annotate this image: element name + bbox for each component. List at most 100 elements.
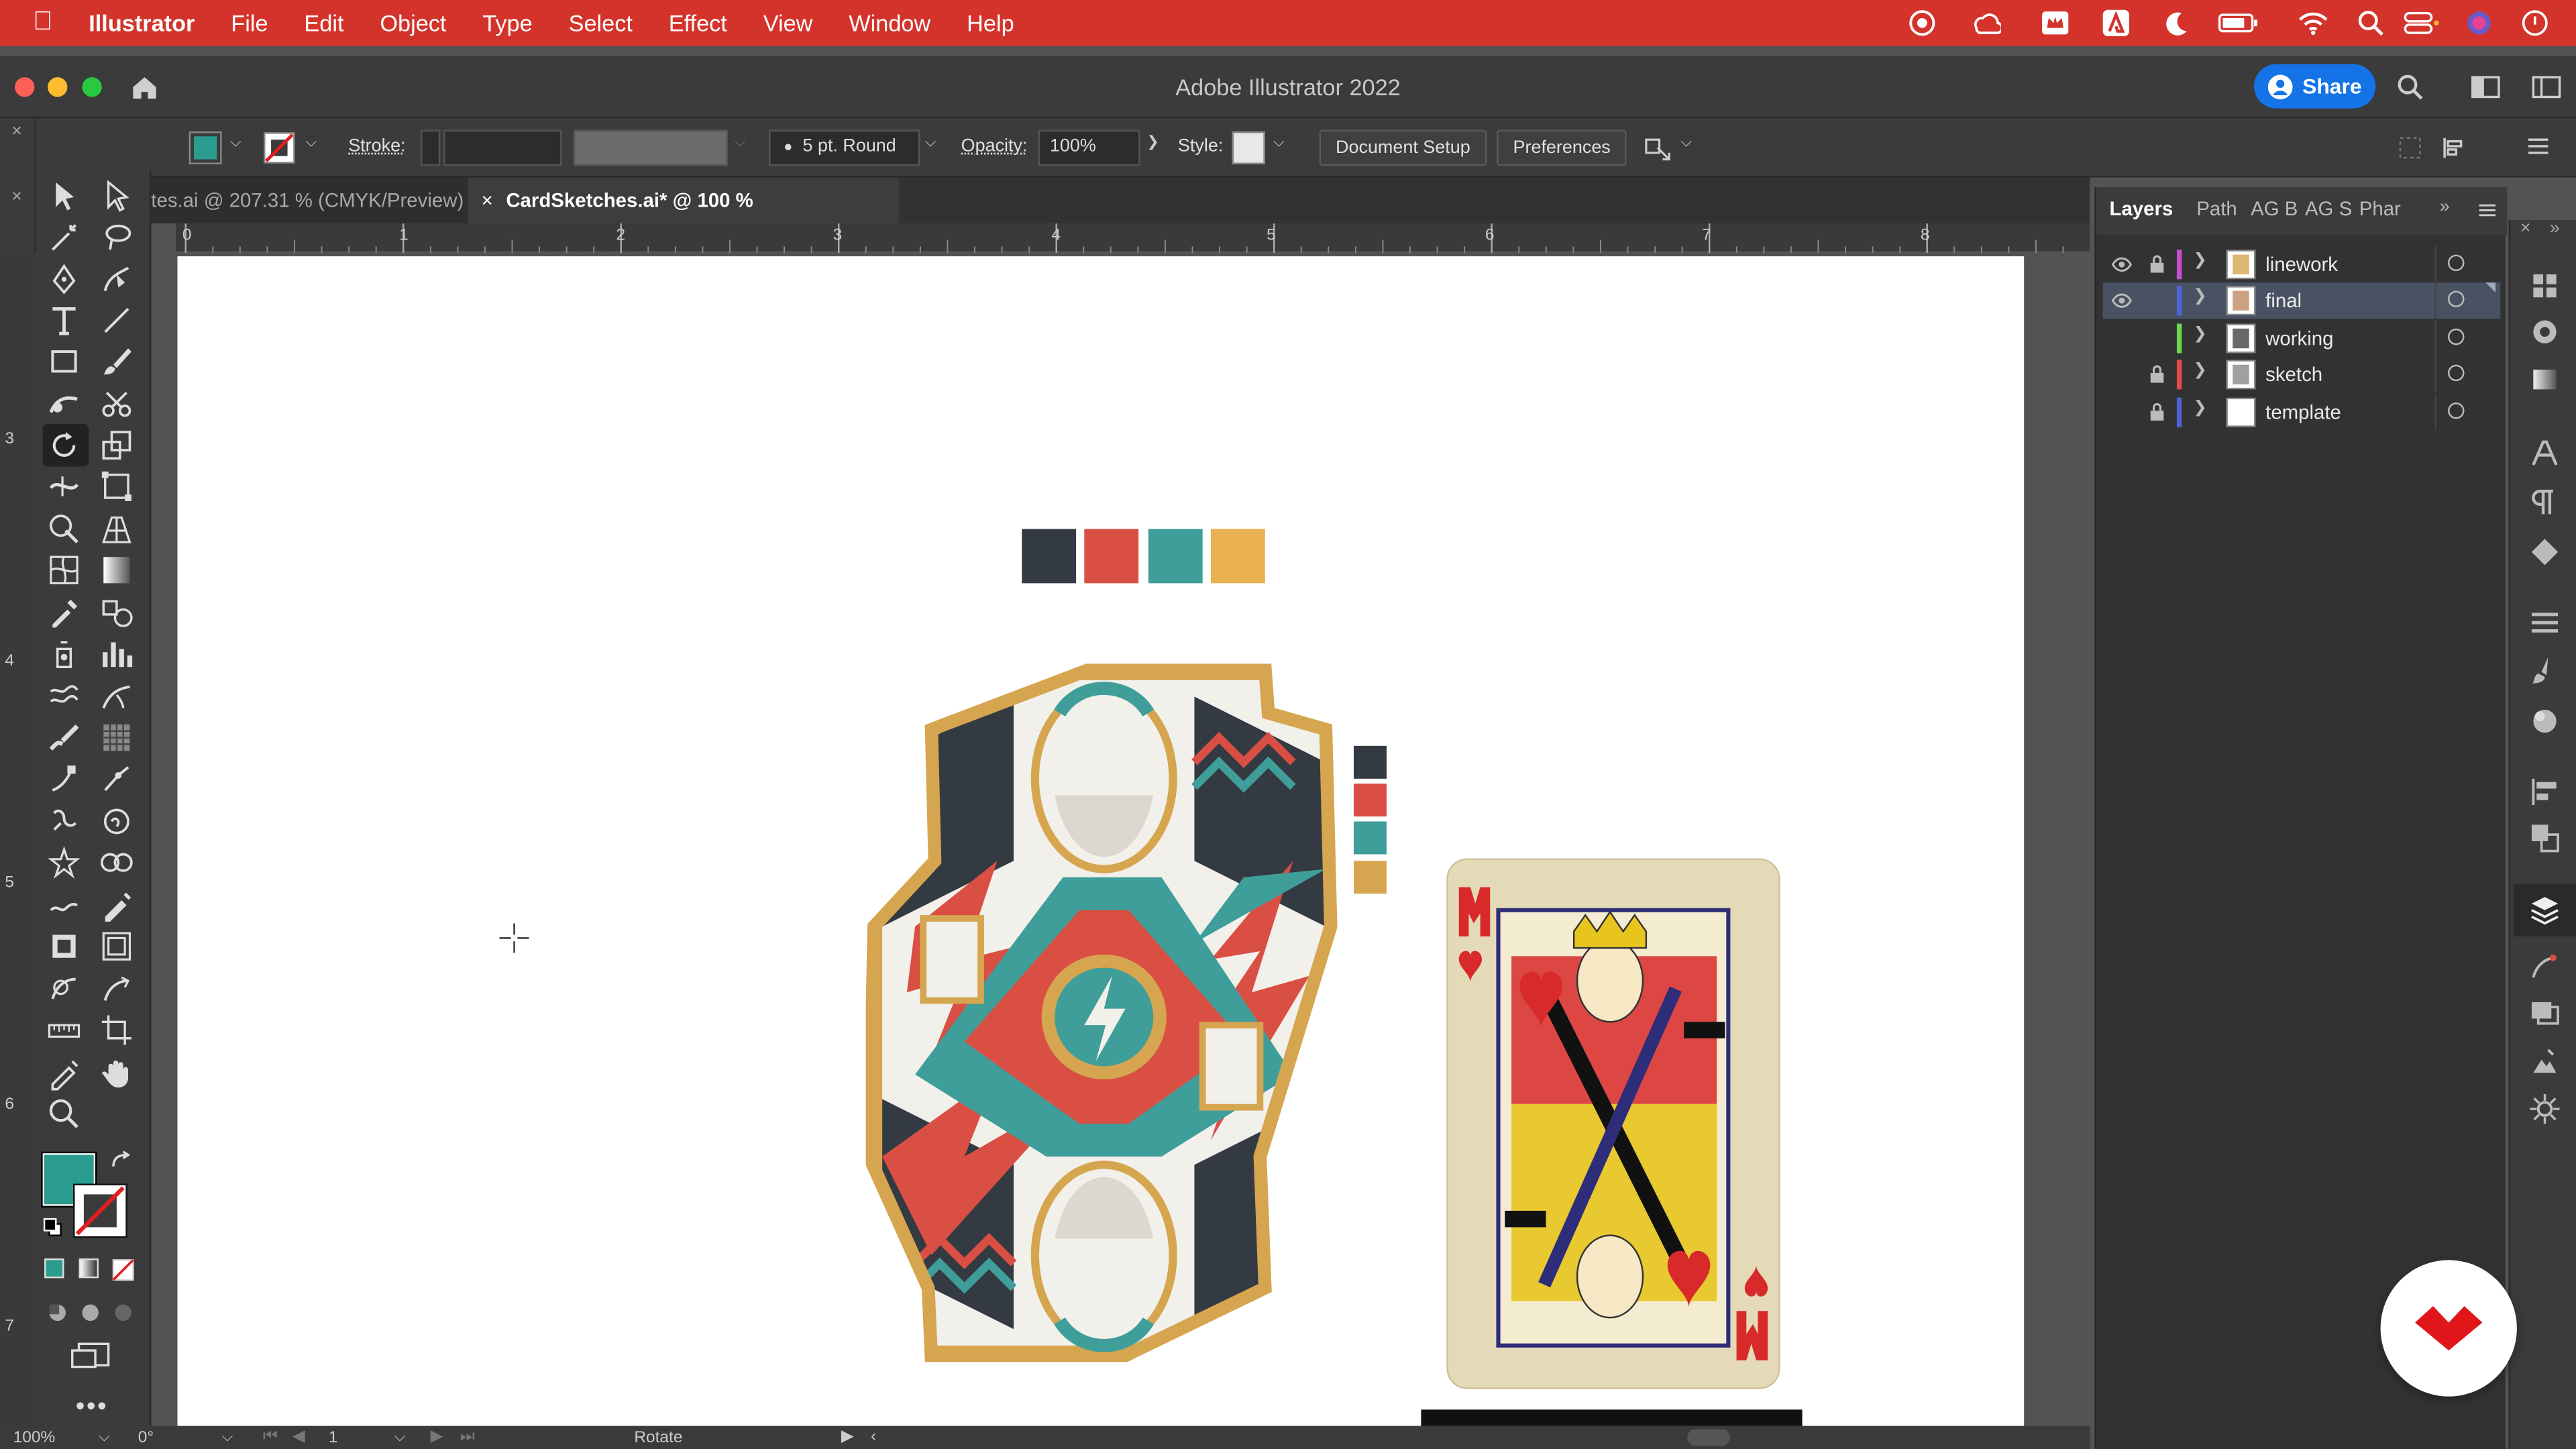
magic-wand-tool-icon[interactable] — [46, 220, 83, 256]
properties-icon[interactable] — [2528, 1093, 2561, 1126]
panel-menu-icon[interactable] — [2477, 202, 2497, 218]
layer-name[interactable]: template — [2265, 400, 2341, 423]
tab-document-2[interactable]: ×CardSketches.ai* @ 100 % (CMYK/Preview) — [468, 177, 899, 258]
paintbrush-tool-icon[interactable] — [99, 343, 135, 380]
default-fill-stroke-icon[interactable] — [43, 1218, 62, 1237]
layer-row[interactable]: ❯ sketch — [2103, 356, 2501, 393]
tab-phar[interactable]: Phar — [2359, 197, 2401, 220]
hand-tool-icon[interactable] — [99, 1055, 135, 1091]
tab-close-icon[interactable]: × — [482, 189, 493, 212]
palette-small-dark[interactable] — [1353, 745, 1387, 779]
opacity-arrow[interactable]: ❯ — [1146, 133, 1163, 156]
apple-icon[interactable]:  — [33, 8, 52, 38]
stroke-label[interactable]: Stroke: — [348, 136, 405, 156]
layer-lock-icon[interactable] — [2149, 402, 2165, 420]
layer-expand-chevron[interactable]: ❯ — [2193, 288, 2207, 307]
line-segment-tool-icon[interactable] — [99, 303, 135, 339]
swap-fill-stroke-icon[interactable] — [109, 1150, 131, 1173]
shaper-tool-icon[interactable] — [46, 386, 83, 423]
edit-toolbar-icon[interactable]: ••• — [76, 1393, 109, 1423]
gradient-tool-icon[interactable] — [99, 552, 135, 588]
character-icon[interactable] — [2528, 437, 2561, 470]
status-menu-arrow[interactable]: ▶ — [841, 1428, 854, 1446]
pen-tool-icon[interactable] — [46, 261, 83, 297]
close-toolbar-icon[interactable]: × — [11, 187, 22, 207]
layer-row[interactable]: ❯ template — [2103, 393, 2501, 430]
brushes-icon[interactable] — [2528, 654, 2561, 687]
do-not-disturb-icon[interactable] — [2162, 8, 2192, 38]
curvature-tool-icon[interactable] — [99, 261, 135, 297]
panel-layout-icon[interactable] — [2532, 74, 2561, 100]
tab-ag-s[interactable]: AG S — [2305, 197, 2352, 220]
graphic-style-swatch[interactable] — [1232, 131, 1265, 164]
layer-expand-chevron[interactable]: ❯ — [2193, 398, 2207, 417]
menu-view[interactable]: View — [763, 10, 813, 36]
menu-help[interactable]: Help — [967, 10, 1014, 36]
layer-lock-icon[interactable] — [2149, 255, 2165, 273]
palette-small-red[interactable] — [1353, 784, 1387, 817]
warp-tool-icon[interactable] — [99, 804, 135, 840]
pattern-tool-icon[interactable] — [99, 720, 135, 756]
palette-swatch-teal[interactable] — [1148, 529, 1203, 584]
fill-color-swatch[interactable] — [189, 131, 222, 164]
type-tool-icon[interactable] — [46, 303, 83, 339]
layer-visibility-eye-icon[interactable] — [2111, 293, 2133, 309]
menu-file[interactable]: File — [231, 10, 268, 36]
brush-dropdown-chevron[interactable]: ⌵ — [925, 133, 941, 156]
angle-dropdown-chevron[interactable]: ⌵ — [222, 1428, 233, 1446]
tab-path[interactable]: Path — [2196, 197, 2237, 220]
search-icon[interactable] — [2396, 72, 2425, 102]
opacity-input[interactable]: 100% — [1038, 129, 1140, 166]
width-tool-icon[interactable] — [46, 468, 83, 504]
palette-small-gold[interactable] — [1353, 861, 1387, 894]
align-icon[interactable] — [2441, 135, 2467, 161]
selection-tool-icon[interactable] — [46, 177, 83, 213]
lasso-tool-icon[interactable] — [99, 220, 135, 256]
layer-name[interactable]: linework — [2265, 253, 2338, 276]
layer-target-circle[interactable] — [2448, 402, 2465, 419]
stroke-none-swatch[interactable] — [263, 131, 296, 164]
zoom-level[interactable]: 100% — [13, 1430, 56, 1448]
layer-row[interactable]: ❯ final — [2102, 283, 2501, 320]
draw-behind-icon[interactable] — [79, 1301, 102, 1324]
opentype-icon[interactable] — [2528, 535, 2561, 568]
artboard-tool-icon[interactable] — [46, 678, 83, 714]
measure-tool-icon[interactable] — [46, 1012, 83, 1049]
shape-builder-tool-icon[interactable] — [46, 511, 83, 547]
anchor-point-tool-icon[interactable] — [46, 761, 83, 797]
scroll-left-arrow[interactable]: ‹ — [871, 1428, 876, 1446]
menu-app-name[interactable]: Illustrator — [89, 10, 195, 36]
palette-swatch-red[interactable] — [1084, 529, 1139, 584]
menu-effect[interactable]: Effect — [669, 10, 727, 36]
previous-artboard-icon[interactable]: ◀ — [292, 1428, 305, 1446]
battery-icon[interactable] — [2218, 8, 2261, 38]
pathfinder-icon[interactable] — [2528, 822, 2561, 855]
transform-icon[interactable] — [2397, 135, 2423, 161]
menu-object[interactable]: Object — [380, 10, 446, 36]
creative-cloud-icon[interactable] — [1907, 8, 1937, 38]
gradient-mode-button[interactable] — [78, 1258, 99, 1279]
siri-icon[interactable] — [2464, 8, 2493, 38]
tab-ag-b[interactable]: AG B — [2251, 197, 2298, 220]
blob-brush-tool-icon[interactable] — [46, 720, 83, 756]
blend-tool-icon[interactable] — [99, 595, 135, 631]
layer-target-circle[interactable] — [2448, 365, 2465, 382]
profile-dropdown-chevron[interactable]: ⌵ — [735, 133, 751, 156]
style-dropdown-chevron[interactable]: ⌵ — [1273, 133, 1289, 156]
layer-expand-chevron[interactable]: ❯ — [2193, 325, 2207, 343]
join-tool-icon[interactable] — [99, 761, 135, 797]
artboard-dropdown-chevron[interactable]: ⌵ — [394, 1428, 406, 1446]
pencil-smooth-tool-icon[interactable] — [46, 887, 83, 923]
stroke-weight-stepper[interactable] — [420, 129, 441, 166]
reference-image-2[interactable] — [1421, 1409, 1803, 1426]
scale-tool-icon[interactable] — [99, 427, 135, 464]
layer-target-circle[interactable] — [2448, 328, 2465, 345]
color-mode-button[interactable] — [44, 1258, 64, 1279]
notification-center-icon[interactable] — [2520, 8, 2550, 38]
spotlight-search-icon[interactable] — [2356, 8, 2385, 38]
horizontal-scrollbar-thumb[interactable] — [1687, 1429, 1730, 1446]
draw-inside-icon[interactable] — [112, 1301, 135, 1324]
rotate-tool-icon[interactable] — [46, 427, 83, 464]
cloud-sync-icon[interactable] — [1972, 8, 2001, 38]
layers-panel-icon[interactable] — [2528, 894, 2561, 926]
